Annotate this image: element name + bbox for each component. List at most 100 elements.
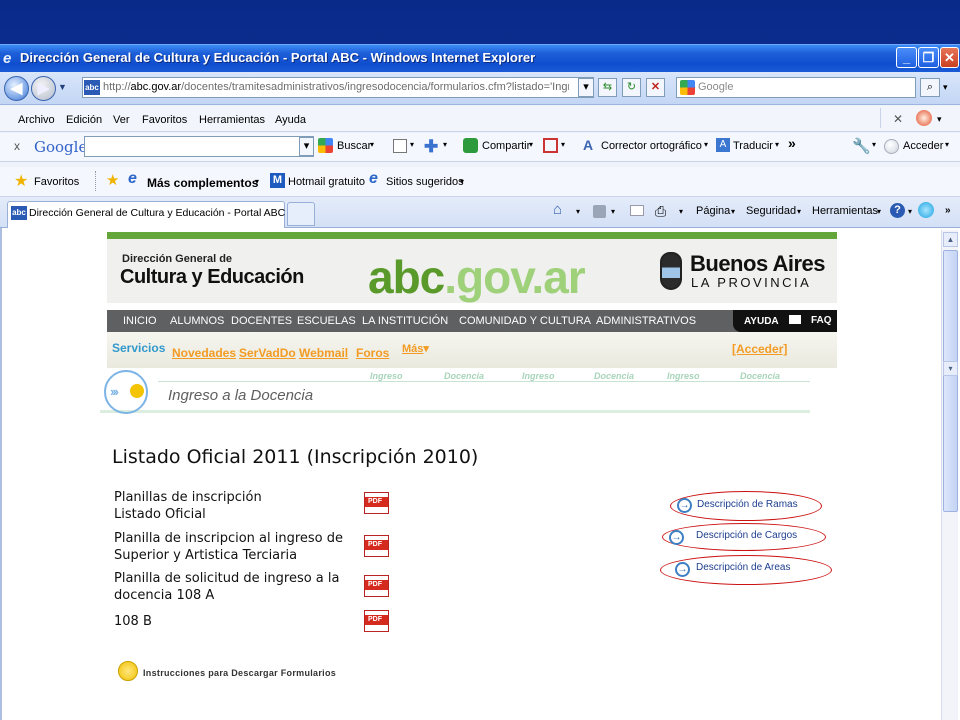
acceder-link[interactable]: [Acceder] [732,342,787,356]
herramientas-dropdown-icon[interactable]: ▾ [877,207,881,216]
plus-icon[interactable]: ✚ [424,137,438,157]
menu-ayuda[interactable]: Ayuda [275,114,306,126]
acceder-dropdown-icon[interactable]: ▾ [945,140,949,149]
abc-logo[interactable]: abc.gov.ar [368,250,586,304]
feeds-dropdown-icon[interactable]: ▾ [611,207,615,216]
buscar-button[interactable]: Buscar [337,140,371,152]
refresh-icon[interactable]: ↻ [622,78,641,97]
toolbar-options-icon[interactable]: ▾ [937,114,942,125]
home-icon[interactable]: ⌂ [553,201,562,218]
help-icon[interactable]: ? [890,203,905,218]
recent-pages-dropdown-icon[interactable]: ▼ [58,82,67,92]
compatibility-view-icon[interactable]: ⇆ [598,78,617,97]
menu-ver[interactable]: Ver [113,114,130,126]
skype-icon[interactable] [918,202,934,218]
toolbar-gear-icon[interactable] [916,110,932,126]
pdf-download-icon[interactable]: PDF [364,575,389,597]
page-rank-dropdown-icon[interactable]: ▾ [410,140,414,149]
menu-favoritos[interactable]: Favoritos [142,114,187,126]
nav-administrativos[interactable]: ADMINISTRATIVOS [596,315,696,327]
services-servaddo[interactable]: SerVadDo [239,346,296,360]
plus-dropdown-icon[interactable]: ▾ [443,140,447,149]
scroll-up-icon[interactable]: ▲ [943,232,958,247]
close-button[interactable]: ✕ [940,47,959,68]
nav-alumnos[interactable]: ALUMNOS [170,315,224,327]
close-google-toolbar-icon[interactable]: x [14,139,20,153]
forward-button[interactable]: ▶ [31,76,56,101]
sitios-sugeridos-link[interactable]: Sitios sugeridos [386,176,464,188]
print-dropdown-icon[interactable]: ▾ [679,207,683,216]
nav-inicio[interactable]: INICIO [123,315,157,327]
descripcion-cargos-link[interactable]: → Descripción de Cargos [662,523,826,551]
corrector-button[interactable]: Corrector ortográfico [601,140,702,152]
compartir-dropdown-icon[interactable]: ▾ [529,140,533,149]
compartir-button[interactable]: Compartir [482,140,530,152]
seguridad-dropdown-icon[interactable]: ▾ [797,207,801,216]
read-mail-icon[interactable] [630,205,644,216]
traducir-button[interactable]: Traducir [733,140,773,152]
nav-la-institucion[interactable]: LA INSTITUCIÓN [362,315,448,327]
google-search-field[interactable] [84,136,314,157]
favoritos-button[interactable]: Favoritos [34,176,79,188]
wrench-icon[interactable]: 🔧 [852,137,871,155]
popup-dropdown-icon[interactable]: ▾ [561,140,565,149]
pagina-menu[interactable]: Página [696,205,730,217]
services-mas[interactable]: Más▾ [402,342,429,355]
buscar-dropdown-icon[interactable]: ▾ [370,140,374,149]
hotmail-link[interactable]: Hotmail gratuito [288,176,365,188]
menu-edicion[interactable]: Edición [66,114,102,126]
address-dropdown-icon[interactable]: ▾ [578,78,594,97]
pdf-download-icon[interactable]: PDF [364,610,389,632]
instructions-link[interactable]: Instrucciones para Descargar Formularios [143,668,336,678]
popup-blocker-icon[interactable] [543,138,558,153]
nav-faq[interactable]: FAQ [811,315,832,326]
stop-icon[interactable]: ✕ [646,78,665,97]
mail-icon[interactable] [789,315,801,324]
menu-herramientas[interactable]: Herramientas [199,114,265,126]
wrench-dropdown-icon[interactable]: ▾ [872,140,876,149]
scrollbar-thumb[interactable] [943,250,958,512]
feeds-icon[interactable] [593,205,606,218]
maximize-button[interactable]: ❐ [918,47,939,68]
corrector-dropdown-icon[interactable]: ▾ [704,140,708,149]
more-commands-icon[interactable]: » [945,205,951,216]
address-field[interactable]: abc http://abc.gov.ar/docentes/tramitesa… [82,77,594,98]
herramientas-menu[interactable]: Herramientas [812,205,878,217]
mas-complementos-link[interactable]: Más complementos [147,176,258,190]
descripcion-areas-link[interactable]: → Descripción de Areas [660,555,832,585]
complementos-dropdown-icon[interactable]: ▾ [255,177,259,186]
services-novedades[interactable]: Novedades [172,346,236,360]
close-toolbar-icon[interactable]: ✕ [893,112,903,126]
page-rank-icon[interactable] [393,139,407,153]
add-favorite-icon[interactable]: ★ [106,171,119,189]
pdf-download-icon[interactable]: PDF [364,535,389,557]
nav-docentes[interactable]: DOCENTES [231,315,292,327]
help-dropdown-icon[interactable]: ▾ [908,207,912,216]
search-icon[interactable]: ⌕ [920,78,940,97]
traducir-dropdown-icon[interactable]: ▾ [775,140,779,149]
services-webmail[interactable]: Webmail [299,346,348,360]
new-tab-button[interactable] [287,202,315,226]
search-field[interactable]: Google [676,77,916,98]
print-icon[interactable]: ⎙ [655,203,666,220]
google-search-dropdown-icon[interactable]: ▾ [299,137,314,156]
descripcion-ramas-link[interactable]: → Descripción de Ramas [670,491,822,521]
menu-archivo[interactable]: Archivo [18,114,55,126]
list-item: 108 B [114,613,152,630]
services-foros[interactable]: Foros [356,346,389,360]
pagina-dropdown-icon[interactable]: ▾ [731,207,735,216]
home-dropdown-icon[interactable]: ▾ [576,207,580,216]
vertical-scrollbar[interactable]: ▲ ▾ [941,230,958,720]
nav-comunidad-cultura[interactable]: COMUNIDAD Y CULTURA [459,315,591,327]
acceder-button[interactable]: Acceder [903,140,943,152]
minimize-button[interactable]: _ [896,47,917,68]
sitios-dropdown-icon[interactable]: ▾ [460,177,464,186]
pdf-download-icon[interactable]: PDF [364,492,389,514]
seguridad-menu[interactable]: Seguridad [746,205,796,217]
nav-ayuda[interactable]: AYUDA [744,316,779,327]
nav-escuelas[interactable]: ESCUELAS [297,315,356,327]
back-button[interactable]: ◀ [4,76,29,101]
search-options-icon[interactable]: ▾ [943,82,948,93]
instructions-arrow-icon[interactable] [118,661,138,681]
more-tools-icon[interactable]: » [788,135,796,151]
